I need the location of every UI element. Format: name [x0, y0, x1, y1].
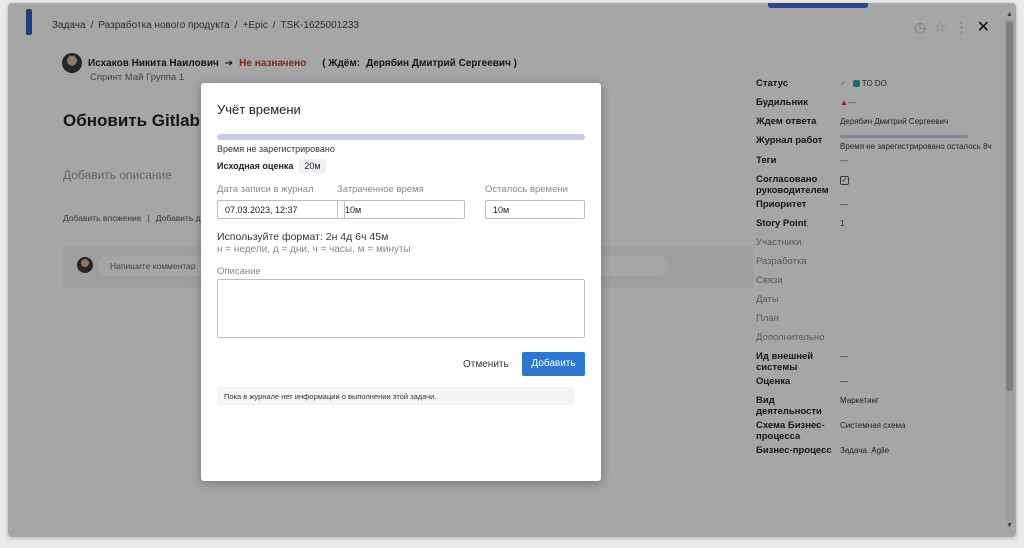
cancel-button[interactable]: Отменить	[463, 359, 509, 370]
spent-input[interactable]: 10м	[337, 200, 465, 219]
description-label: Описание	[217, 266, 261, 277]
date-input[interactable]: 07.03.2023, 12:37	[217, 200, 345, 219]
spent-field: Затраченное время 10м	[337, 184, 465, 219]
remaining-input[interactable]: 10м	[485, 200, 585, 219]
no-time-label: Время не зарегистрировано	[217, 144, 335, 154]
time-progress-bar	[217, 134, 585, 140]
remaining-label: Осталось времени	[485, 184, 568, 195]
estimate-row: Исходная оценка 20м	[217, 159, 326, 173]
date-field: Дата записи в журнал 07.03.2023, 12:37	[217, 184, 345, 219]
spent-label: Затраченное время	[337, 184, 424, 195]
estimate-badge: 20м	[299, 159, 326, 173]
estimate-label: Исходная оценка	[217, 161, 294, 171]
dialog-title: Учёт времени	[217, 102, 301, 117]
description-textarea[interactable]	[217, 279, 585, 338]
add-button[interactable]: Добавить	[522, 352, 585, 376]
format-legend: н = недели, д = дни, ч = часы, м = минут…	[217, 244, 411, 255]
remaining-field: Осталось времени 10м	[485, 184, 585, 219]
journal-empty-message: Пока в журнале нет информации о выполнен…	[217, 387, 574, 405]
task-window: Задача / Разработка нового продукта / +E…	[8, 3, 1016, 537]
format-hint: Используйте формат: 2н 4д 6ч 45м	[217, 231, 389, 243]
time-tracking-dialog: Учёт времени Время не зарегистрировано И…	[201, 83, 601, 481]
date-label: Дата записи в журнал	[217, 184, 314, 195]
